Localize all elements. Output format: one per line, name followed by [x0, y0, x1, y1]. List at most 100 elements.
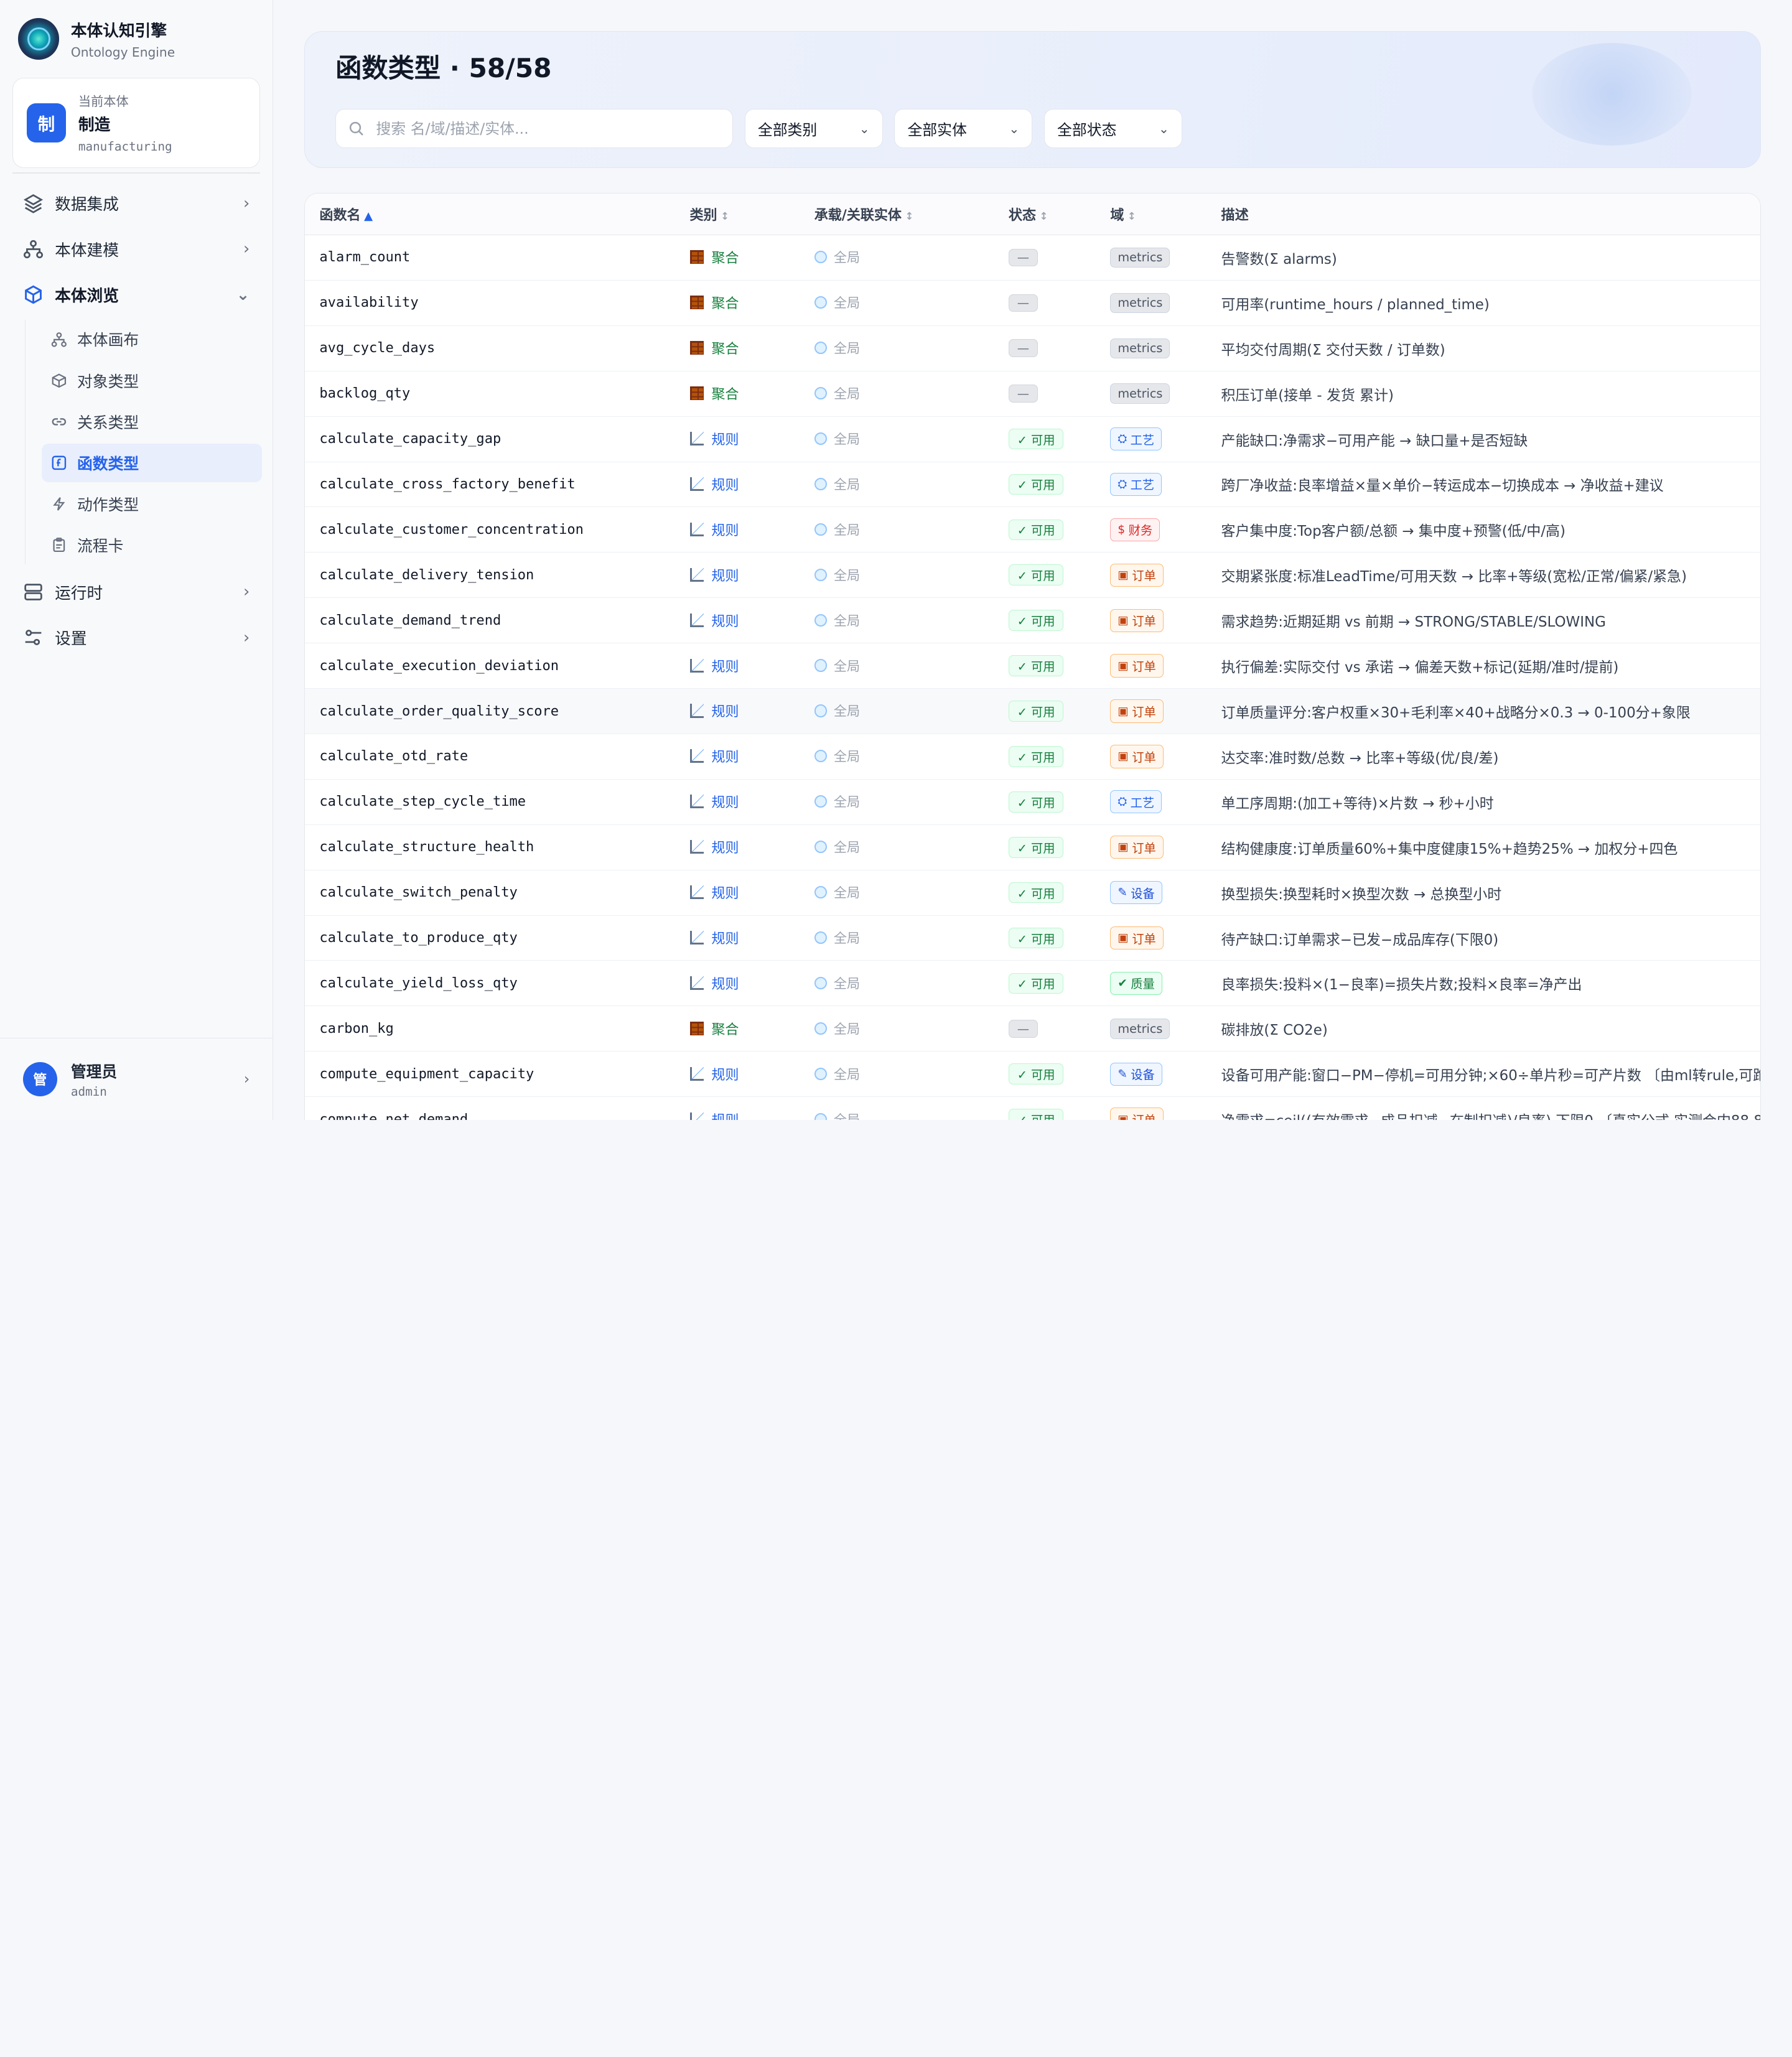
table-row[interactable]: alarm_count 聚合 全局 — metrics 告警数(Σ alarms…	[304, 235, 1761, 281]
function-name[interactable]: calculate_capacity_gap	[304, 416, 675, 462]
function-name[interactable]: compute_equipment_capacity	[304, 1051, 675, 1098]
search-input[interactable]	[376, 119, 696, 138]
category-cell: 规则	[674, 1096, 800, 1120]
function-name[interactable]: calculate_structure_health	[304, 824, 675, 870]
function-name[interactable]: calculate_otd_rate	[304, 734, 675, 780]
column-header-category[interactable]: 类别 ↕	[674, 194, 800, 235]
status-cell: ✓ 可用	[994, 688, 1096, 734]
user-menu[interactable]: 管 管理员 admin ›	[0, 1037, 273, 1120]
filter-bar: 全部类别 ⌄ 全部实体 ⌄ 全部状态 ⌄	[335, 109, 1730, 148]
column-header-domain[interactable]: 域 ↕	[1095, 194, 1206, 235]
category-tag: 规则	[689, 474, 739, 494]
table-row[interactable]: calculate_demand_trend 规则 全局 ✓ 可用 ▣ 订单 需求…	[304, 597, 1761, 644]
current-ontology-card[interactable]: 制 当前本体 制造 manufacturing	[12, 77, 260, 168]
function-name[interactable]: backlog_qty	[304, 371, 675, 417]
table-row[interactable]: compute_equipment_capacity 规则 全局 ✓ 可用 ✎ 设…	[304, 1051, 1761, 1098]
category-tag: 规则	[689, 882, 739, 902]
domain-cell: ▣订单	[1095, 915, 1206, 961]
scope-cell: 全局	[799, 371, 994, 417]
search-box[interactable]	[335, 109, 734, 148]
function-name[interactable]: calculate_customer_concentration	[304, 506, 675, 553]
scope-tag: 全局	[814, 520, 860, 539]
table-row[interactable]: avg_cycle_days 聚合 全局 — metrics 平均交付周期(Σ …	[304, 325, 1761, 371]
craft-icon: ⛭	[1118, 432, 1127, 446]
ruler-icon	[689, 477, 704, 491]
table-row[interactable]: calculate_otd_rate 规则 全局 ✓ 可用 ▣ 订单 达交率:准时…	[304, 734, 1761, 780]
sub-item-canvas[interactable]: 本体画布	[42, 320, 262, 358]
scope-tag: 全局	[814, 701, 860, 720]
category-select[interactable]: 全部类别 ⌄	[744, 109, 883, 148]
nav-data-integration[interactable]: 数据集成 ›	[0, 180, 273, 226]
function-name[interactable]: calculate_execution_deviation	[304, 643, 675, 689]
quality-icon: ✔	[1118, 976, 1127, 990]
function-name[interactable]: calculate_cross_factory_benefit	[304, 462, 675, 508]
function-name[interactable]: calculate_to_produce_qty	[304, 915, 675, 961]
column-header-status[interactable]: 状态 ↕	[994, 194, 1096, 235]
sub-item-object-types[interactable]: 对象类型	[42, 361, 262, 399]
entity-select[interactable]: 全部实体 ⌄	[894, 109, 1033, 148]
table-row[interactable]: calculate_capacity_gap 规则 全局 ✓ 可用 ⛭ 工艺 产能…	[304, 416, 1761, 462]
function-name[interactable]: avg_cycle_days	[304, 325, 675, 371]
table-row[interactable]: carbon_kg 聚合 全局 — metrics 碳排放(Σ CO2e)	[304, 1005, 1761, 1052]
table-row[interactable]: compute_net_demand 规则 全局 ✓ 可用 ▣订单 净需求=ce…	[304, 1096, 1761, 1120]
function-name[interactable]: availability	[304, 280, 675, 326]
sub-item-label: 对象类型	[77, 372, 139, 391]
function-name[interactable]: calculate_step_cycle_time	[304, 779, 675, 825]
function-name[interactable]: calculate_yield_loss_qty	[304, 960, 675, 1007]
brand[interactable]: 本体认知引擎 Ontology Engine	[0, 0, 273, 78]
ontology-avatar: 制	[27, 103, 66, 142]
table-row[interactable]: calculate_switch_penalty 规则 全局 ✓ 可用 ✎ 设备 …	[304, 870, 1761, 916]
sub-item-relation-types[interactable]: 关系类型	[42, 402, 262, 441]
sub-item-process-card[interactable]: 流程卡	[42, 526, 262, 564]
scope-tag: 全局	[814, 883, 860, 902]
table-row[interactable]: calculate_yield_loss_qty 规则 全局 ✓ 可用 ✔ 质量 …	[304, 960, 1761, 1007]
table-row[interactable]: calculate_structure_health 规则 全局 ✓ 可用 ▣ 订…	[304, 824, 1761, 870]
status-cell: ✓ 可用	[994, 462, 1096, 508]
table-row[interactable]: calculate_step_cycle_time 规则 全局 ✓ 可用 ⛭ 工艺…	[304, 779, 1761, 825]
category-cell: 规则	[674, 779, 800, 825]
nav-settings[interactable]: 设置 ›	[0, 615, 273, 660]
domain-badge: ▣订单	[1110, 836, 1164, 859]
category-cell: 规则	[674, 734, 800, 780]
finance-icon: $	[1118, 523, 1126, 536]
column-header-entity[interactable]: 承载/关联实体 ↕	[799, 194, 994, 235]
scope-cell: 全局	[799, 506, 994, 553]
column-header-name[interactable]: 函数名 ▲	[304, 194, 675, 235]
globe-icon	[814, 885, 827, 899]
category-cell: 规则	[674, 824, 800, 870]
sub-item-function-types[interactable]: 函数类型	[42, 443, 263, 482]
table-row[interactable]: calculate_customer_concentration 规则 全局 ✓…	[304, 506, 1761, 553]
function-name[interactable]: calculate_switch_penalty	[304, 870, 675, 916]
nav-label: 本体建模	[55, 241, 119, 260]
table-row[interactable]: calculate_execution_deviation 规则 全局 ✓ 可用…	[304, 643, 1761, 689]
nav-browse[interactable]: 本体浏览 ⌄	[0, 272, 273, 317]
function-name[interactable]: carbon_kg	[304, 1005, 675, 1052]
table-row[interactable]: backlog_qty 聚合 全局 — metrics 积压订单(接单 - 发货…	[304, 371, 1761, 417]
status-select[interactable]: 全部状态 ⌄	[1043, 109, 1183, 148]
status-cell: —	[994, 371, 1096, 417]
table-row[interactable]: availability 聚合 全局 — metrics 可用率(runtime…	[304, 280, 1761, 326]
table-row[interactable]: calculate_order_quality_score 规则 全局 ✓ 可用…	[304, 688, 1761, 734]
nav-modeling[interactable]: 本体建模 ›	[0, 226, 273, 272]
function-name[interactable]: calculate_demand_trend	[304, 597, 675, 644]
function-name[interactable]: compute_net_demand	[304, 1096, 675, 1120]
sub-item-label: 流程卡	[77, 536, 124, 555]
domain-cell: ▣订单	[1095, 734, 1206, 780]
table-row[interactable]: calculate_cross_factory_benefit 规则 全局 ✓ …	[304, 462, 1761, 508]
sort-icon: ↕	[905, 210, 914, 223]
scope-tag: 全局	[814, 338, 860, 357]
ruler-icon	[689, 522, 704, 536]
nav-runtime[interactable]: 运行时 ›	[0, 569, 273, 615]
globe-icon	[814, 750, 827, 763]
scope-cell: 全局	[799, 1051, 994, 1098]
function-name[interactable]: alarm_count	[304, 235, 675, 281]
function-name[interactable]: calculate_delivery_tension	[304, 552, 675, 599]
function-name[interactable]: calculate_order_quality_score	[304, 688, 675, 734]
brain-logo-icon	[18, 18, 60, 60]
user-name: 管理员	[70, 1063, 118, 1081]
table-row[interactable]: calculate_to_produce_qty 规则 全局 ✓ 可用 ▣ 订单 …	[304, 915, 1761, 961]
chevron-down-icon: ⌄	[1009, 121, 1020, 136]
sub-item-action-types[interactable]: 动作类型	[42, 485, 262, 523]
table-row[interactable]: calculate_delivery_tension 规则 全局 ✓ 可用 ▣ 订…	[304, 552, 1761, 599]
brick-icon	[689, 386, 704, 401]
